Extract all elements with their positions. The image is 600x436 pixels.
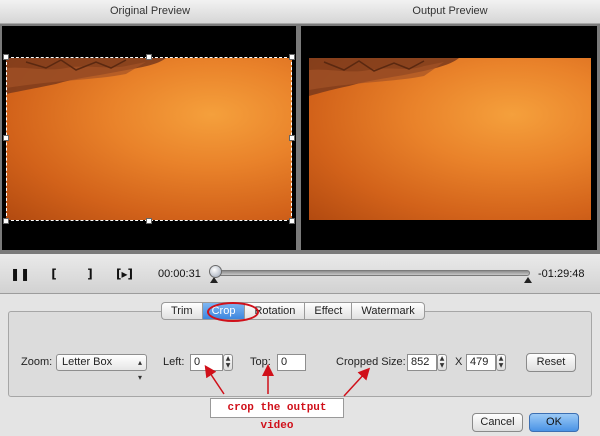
size-separator: X	[455, 356, 463, 368]
crop-handle-right[interactable]	[289, 135, 295, 141]
annotation-ellipse	[207, 302, 259, 322]
next-frame-icon[interactable]: [▸]	[116, 266, 133, 282]
top-label: Top:	[250, 356, 271, 368]
width-stepper[interactable]: ▲ ▼	[437, 354, 447, 371]
output-video-frame	[309, 58, 591, 220]
crop-handle-bottom-left[interactable]	[3, 218, 9, 224]
crop-handle-top-left[interactable]	[3, 54, 9, 60]
crop-height-input[interactable]: 479	[466, 354, 496, 371]
zoom-select-value: Letter Box	[62, 356, 113, 368]
cancel-button[interactable]: Cancel	[472, 413, 523, 432]
preview-header: Original Preview Output Preview	[0, 0, 600, 24]
height-stepper[interactable]: ▲ ▼	[496, 354, 506, 371]
seek-slider-knob[interactable]	[209, 265, 223, 278]
mark-out-marker[interactable]	[524, 277, 532, 283]
output-preview-label: Output Preview	[412, 5, 488, 17]
crop-handle-top[interactable]	[146, 54, 152, 60]
stepper-up-icon[interactable]: ▲	[224, 355, 232, 362]
zoom-label: Zoom:	[21, 356, 53, 368]
crop-selection-box[interactable]	[3, 54, 295, 224]
ok-button[interactable]: OK	[529, 413, 579, 432]
edit-tabs: Trim Crop Rotation Effect Watermark	[161, 302, 425, 320]
stepper-down-icon[interactable]: ▼	[224, 362, 232, 369]
select-arrows-icon: ▴ ▾	[137, 358, 142, 382]
original-preview-label: Original Preview	[109, 5, 191, 17]
cropped-size-label: Cropped Size:	[336, 356, 406, 368]
tab-trim[interactable]: Trim	[161, 302, 202, 320]
remaining-time: -01:29:48	[538, 268, 585, 280]
stepper-down-icon[interactable]: ▼	[497, 362, 505, 369]
crop-width-input[interactable]: 852	[407, 354, 437, 371]
seek-slider-track[interactable]	[212, 270, 530, 276]
current-time: 00:00:31	[158, 268, 201, 280]
left-input[interactable]: 0	[190, 354, 223, 371]
desert-rocks-image	[309, 58, 459, 96]
tab-effect[interactable]: Effect	[304, 302, 352, 320]
crop-handle-bottom[interactable]	[146, 218, 152, 224]
tab-watermark[interactable]: Watermark	[351, 302, 425, 320]
preview-area	[0, 24, 600, 254]
stepper-up-icon[interactable]: ▲	[497, 355, 505, 362]
annotation-note: crop the output video	[210, 398, 344, 432]
crop-handle-bottom-right[interactable]	[289, 218, 295, 224]
zoom-select[interactable]: Letter Box ▴ ▾	[56, 354, 147, 382]
stepper-down-icon[interactable]: ▼	[438, 362, 446, 369]
stepper-up-icon[interactable]: ▲	[438, 355, 446, 362]
crop-handle-left[interactable]	[3, 135, 9, 141]
playback-controls: ❚❚ [ ] [▸] 00:00:31 -01:29:48	[0, 254, 600, 294]
reset-button[interactable]: Reset	[526, 353, 576, 372]
left-label: Left:	[163, 356, 185, 368]
crop-settings-panel: Zoom: Letter Box ▴ ▾ Left: 0 ▲ ▼ Top: 0 C…	[8, 311, 592, 397]
output-preview-pane	[301, 26, 597, 250]
top-input[interactable]: 0	[277, 354, 306, 371]
bracket-right-icon[interactable]: ]	[82, 266, 98, 282]
crop-handle-top-right[interactable]	[289, 54, 295, 60]
original-preview-pane	[2, 26, 296, 250]
pause-icon[interactable]: ❚❚	[10, 266, 30, 282]
left-stepper[interactable]: ▲ ▼	[223, 354, 233, 371]
bracket-left-icon[interactable]: [	[46, 266, 62, 282]
